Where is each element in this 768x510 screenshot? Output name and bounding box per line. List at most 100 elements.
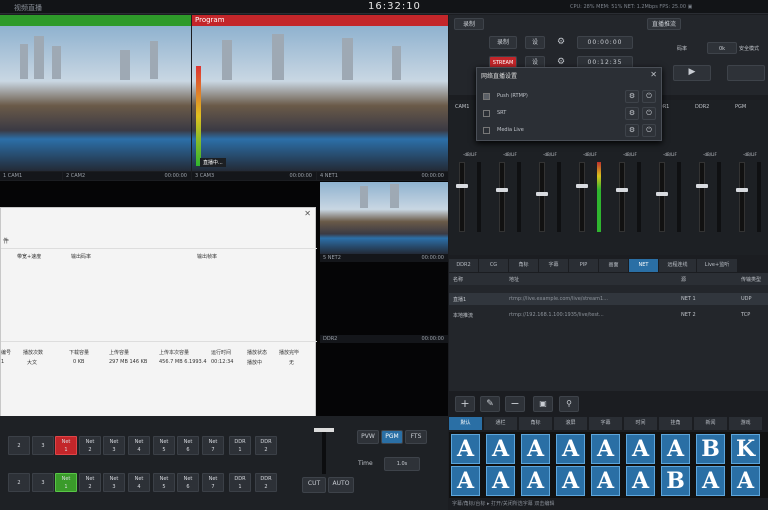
bus-button-net6[interactable]: Net 6 <box>177 436 199 455</box>
cg-template-item[interactable]: A <box>591 434 620 464</box>
cg-template-item[interactable]: A <box>731 466 760 496</box>
close-icon[interactable]: ✕ <box>304 209 311 218</box>
stream-settings-popup[interactable]: 网络直播设置 ✕ Push (RTMP) ⚙ ⏻ SRT ⚙ ⏻ Media Live ⚙ ⏻ <box>476 67 662 141</box>
bus-button-net7[interactable]: Net 7 <box>202 473 224 492</box>
stream-target-item[interactable]: Media Live ⚙ ⏻ <box>483 124 657 138</box>
cg-tab-0[interactable]: 默认 <box>449 417 483 430</box>
bus-button-net7[interactable]: Net 7 <box>202 436 224 455</box>
record-button[interactable]: 录制 <box>489 36 517 49</box>
power-icon[interactable]: ⏻ <box>642 90 656 103</box>
checkbox[interactable] <box>483 127 490 134</box>
bus-button-net4[interactable]: Net 4 <box>128 436 150 455</box>
bitrate-field[interactable]: 0k <box>707 42 737 54</box>
bus-button-ddr1[interactable]: DDR 1 <box>229 473 251 492</box>
bus-button-net1[interactable]: Net 1 <box>55 436 77 455</box>
cg-tab-5[interactable]: 时间 <box>624 417 658 430</box>
cg-template-item[interactable]: A <box>451 466 480 496</box>
fader-knob[interactable] <box>456 184 468 188</box>
fader-knob[interactable] <box>616 188 628 192</box>
cg-tab-3[interactable]: 滚屏 <box>554 417 588 430</box>
tab-8[interactable]: Live+监听 <box>697 259 738 272</box>
preview-monitor[interactable] <box>0 15 191 171</box>
cg-template-item[interactable]: A <box>556 434 585 464</box>
bus-button-ddr1[interactable]: DDR 1 <box>229 436 251 455</box>
cg-template-item[interactable]: A <box>486 434 515 464</box>
cg-template-item[interactable]: A <box>591 466 620 496</box>
table-row[interactable]: 本地推流 rtmp://192.168.1.100:1935/live/test… <box>449 309 768 321</box>
fader-knob[interactable] <box>496 188 508 192</box>
bus-button-net2[interactable]: Net 2 <box>79 473 101 492</box>
fader-knob[interactable] <box>576 184 588 188</box>
gear-icon[interactable]: ⚙ <box>557 57 565 67</box>
cut-button[interactable]: CUT <box>302 477 326 493</box>
bus-button-ddr2[interactable]: DDR 2 <box>255 473 277 492</box>
add-button[interactable]: + <box>455 396 475 412</box>
stats-dialog[interactable]: ✕ 件 带宽+速度 输出码率 输出帧率 编号 播放次数 下载容量 上传容量 上传… <box>0 207 317 437</box>
cg-tab-6[interactable]: 挂角 <box>659 417 693 430</box>
bus-button-net4[interactable]: Net 4 <box>128 473 150 492</box>
checkbox[interactable] <box>483 93 490 100</box>
stream-target-item[interactable]: Push (RTMP) ⚙ ⏻ <box>483 90 657 104</box>
bus-button-3[interactable]: 3 <box>32 436 54 455</box>
cg-template-item[interactable]: A <box>521 434 550 464</box>
cg-tab-1[interactable]: 通栏 <box>484 417 518 430</box>
bus-button-2[interactable]: 2 <box>8 473 30 492</box>
link-button[interactable]: ⚲ <box>559 396 579 412</box>
bus-button-net6[interactable]: Net 6 <box>177 473 199 492</box>
fader-knob[interactable] <box>536 192 548 196</box>
volume-fader[interactable] <box>499 162 505 232</box>
tab-1[interactable]: CG <box>479 259 509 272</box>
bus-button-net2[interactable]: Net 2 <box>79 436 101 455</box>
volume-fader[interactable] <box>699 162 705 232</box>
tab-6[interactable]: NET <box>629 259 659 272</box>
volume-fader[interactable] <box>619 162 625 232</box>
volume-fader[interactable] <box>579 162 585 232</box>
cg-template-item[interactable]: A <box>626 434 655 464</box>
bus-button-net5[interactable]: Net 5 <box>153 473 175 492</box>
transition-time-field[interactable]: 1.0s <box>384 457 420 471</box>
cg-template-item[interactable]: A <box>661 434 690 464</box>
cg-template-item[interactable]: K <box>731 434 760 464</box>
cg-template-item[interactable]: A <box>521 466 550 496</box>
pgm-button[interactable]: PGM <box>381 430 403 444</box>
tab-5[interactable]: 画面 <box>599 259 629 272</box>
cg-template-item[interactable]: A <box>626 466 655 496</box>
t-bar-handle[interactable] <box>314 428 334 432</box>
fader-knob[interactable] <box>696 184 708 188</box>
cg-template-item[interactable]: B <box>661 466 690 496</box>
cg-tab-4[interactable]: 字幕 <box>589 417 623 430</box>
tab-2[interactable]: 角标 <box>509 259 539 272</box>
checkbox[interactable] <box>483 110 490 117</box>
table-row[interactable]: 直播1 rtmp://live.example.com/live/stream1… <box>449 293 768 305</box>
save-button[interactable]: ▣ <box>533 396 553 412</box>
cg-tab-8[interactable]: 游戏 <box>729 417 763 430</box>
bus-button-net5[interactable]: Net 5 <box>153 436 175 455</box>
cg-template-item[interactable]: A <box>486 466 515 496</box>
gear-icon[interactable]: ⚙ <box>625 107 639 120</box>
stream-target-item[interactable]: SRT ⚙ ⏻ <box>483 107 657 121</box>
volume-fader[interactable] <box>539 162 545 232</box>
close-icon[interactable]: ✕ <box>650 70 657 79</box>
volume-fader[interactable] <box>739 162 745 232</box>
fader-knob[interactable] <box>656 192 668 196</box>
bus-button-3[interactable]: 3 <box>32 473 54 492</box>
bus-button-net1[interactable]: Net 1 <box>55 473 77 492</box>
cg-template-item[interactable]: B <box>696 434 725 464</box>
volume-fader[interactable] <box>459 162 465 232</box>
remove-button[interactable]: − <box>505 396 525 412</box>
program-monitor[interactable]: Program 直播中... <box>192 15 448 171</box>
gear-icon[interactable]: ⚙ <box>557 37 565 47</box>
bus-button-net3[interactable]: Net 3 <box>103 473 125 492</box>
t-bar-track[interactable] <box>322 430 326 474</box>
power-icon[interactable]: ⏻ <box>642 124 656 137</box>
play-button[interactable]: ▶ <box>673 65 711 81</box>
bus-button-ddr2[interactable]: DDR 2 <box>255 436 277 455</box>
pvw-button[interactable]: PVW <box>357 430 379 444</box>
record-settings-button[interactable]: 设 <box>525 36 545 49</box>
power-icon[interactable]: ⏻ <box>642 107 656 120</box>
tab-3[interactable]: 字幕 <box>539 259 569 272</box>
cg-template-item[interactable]: A <box>696 466 725 496</box>
gear-icon[interactable]: ⚙ <box>625 90 639 103</box>
tab-4[interactable]: PIP <box>569 259 599 272</box>
gear-icon[interactable]: ⚙ <box>625 124 639 137</box>
